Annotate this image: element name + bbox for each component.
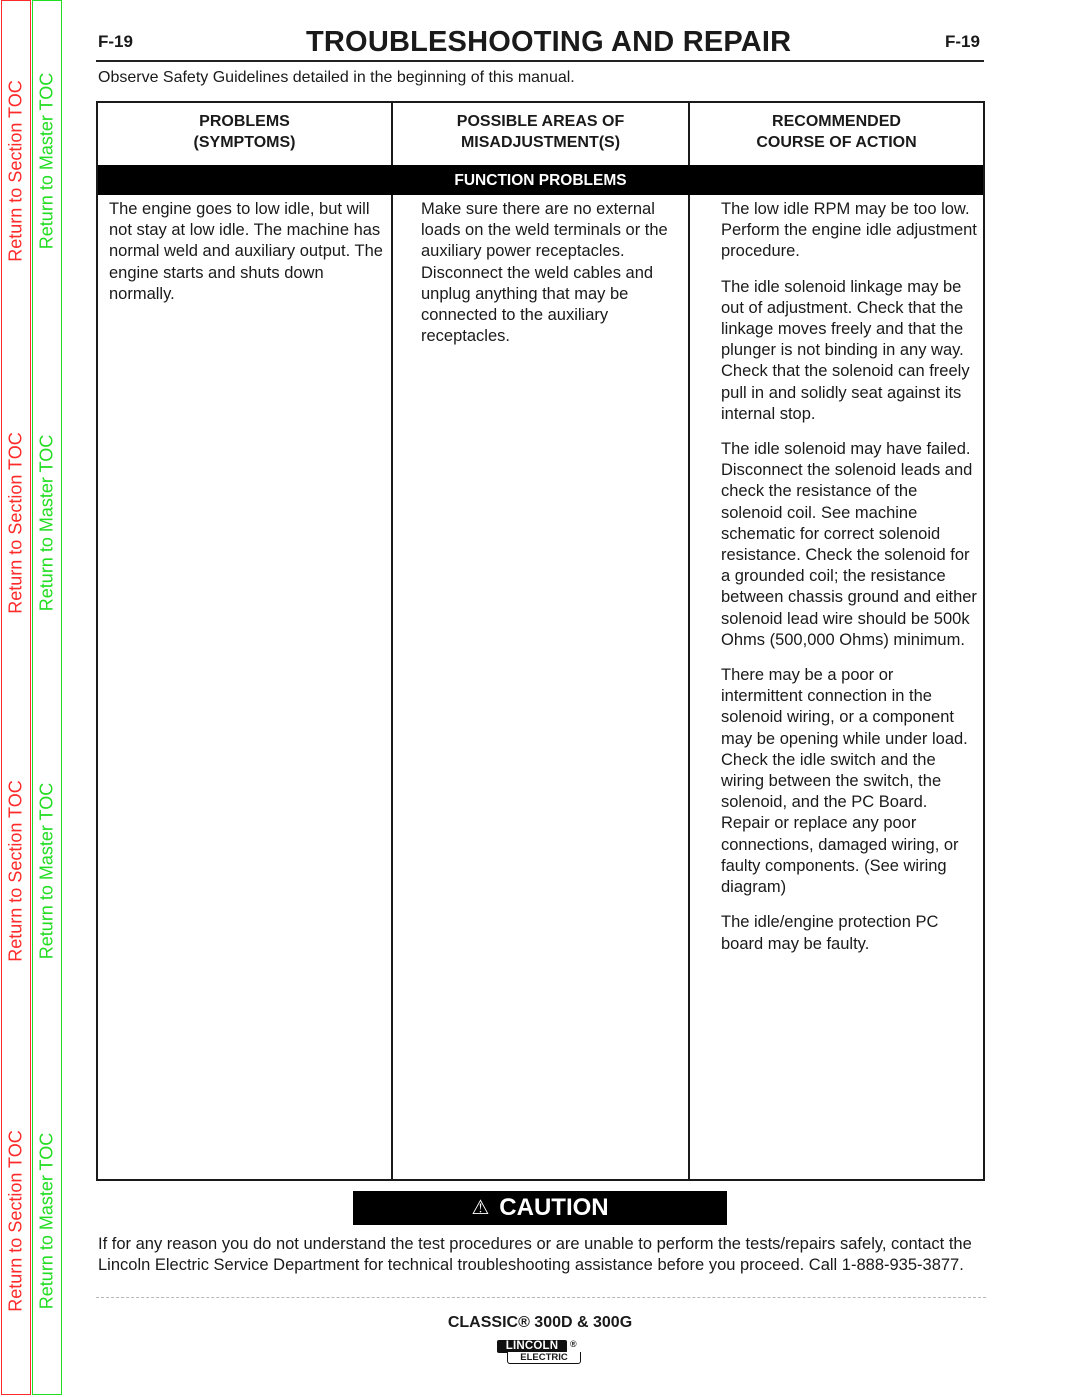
footer-divider [96, 1297, 986, 1298]
column-header-problems: PROBLEMS (SYMPTOMS) [98, 111, 391, 153]
caution-banner: ⚠ CAUTION [353, 1191, 727, 1225]
safety-note: Observe Safety Guidelines detailed in th… [98, 69, 575, 86]
column-header-line: POSSIBLE AREAS OF [456, 113, 625, 130]
model-name: CLASSIC® 300D & 300G [447, 1314, 633, 1331]
column-header-line: RECOMMENDED [772, 113, 901, 130]
column-header-course-of-action: RECOMMENDED COURSE OF ACTION [690, 111, 983, 153]
section-band: FUNCTION PROBLEMS [98, 165, 983, 195]
logo-bottom-text: ELECTRIC [507, 1352, 581, 1364]
action-paragraph: There may be a poor or intermittent conn… [721, 666, 968, 897]
lincoln-electric-logo: LINCOLN ® ELECTRIC [497, 1339, 583, 1366]
misadjustment-cell: Make sure there are no external loads on… [421, 199, 689, 361]
return-to-section-toc-link[interactable]: Return to Section TOC [6, 780, 27, 961]
warning-triangle-icon: ⚠ [471, 1197, 490, 1219]
column-header-misadjustments: POSSIBLE AREAS OF MISADJUSTMENT(S) [393, 111, 688, 153]
troubleshooting-table: PROBLEMS (SYMPTOMS) POSSIBLE AREAS OF MI… [96, 101, 985, 1181]
column-header-line: PROBLEMS [199, 113, 290, 130]
return-to-master-toc-link[interactable]: Return to Master TOC [37, 435, 58, 611]
return-to-master-toc-link[interactable]: Return to Master TOC [37, 783, 58, 959]
action-paragraph: The idle solenoid linkage may be out of … [721, 277, 970, 423]
page-number-right: F-19 [945, 32, 980, 51]
misadjustment-text: Make sure there are no external loads on… [421, 200, 668, 346]
return-to-section-toc-link[interactable]: Return to Section TOC [6, 80, 27, 261]
action-paragraph: The idle solenoid may have failed. Disco… [721, 440, 977, 649]
page-title: TROUBLESHOOTING AND REPAIR [306, 26, 792, 58]
action-paragraph: The low idle RPM may be too low. Perform… [721, 200, 977, 261]
section-toc-sidebar: Return to Section TOC Return to Section … [1, 0, 31, 1395]
master-toc-sidebar: Return to Master TOC Return to Master TO… [32, 0, 62, 1395]
action-cell: The low idle RPM may be too low. Perform… [721, 199, 979, 969]
action-paragraph: The idle/engine protection PC board may … [721, 913, 939, 953]
problem-cell: The engine goes to low idle, but will no… [109, 199, 389, 319]
return-to-master-toc-link[interactable]: Return to Master TOC [37, 73, 58, 249]
problem-text: The engine goes to low idle, but will no… [109, 200, 383, 303]
column-header-line: MISADJUSTMENT(S) [460, 134, 621, 151]
column-divider [391, 103, 393, 1179]
registered-mark: ® [570, 1339, 577, 1349]
column-header-line: (SYMPTOMS) [193, 134, 296, 151]
section-band-label: FUNCTION PROBLEMS [454, 172, 627, 189]
header-divider [96, 60, 984, 62]
caution-label: CAUTION [499, 1194, 609, 1221]
return-to-section-toc-link[interactable]: Return to Section TOC [6, 432, 27, 613]
return-to-master-toc-link[interactable]: Return to Master TOC [37, 1133, 58, 1309]
caution-text: If for any reason you do not understand … [98, 1235, 972, 1275]
return-to-section-toc-link[interactable]: Return to Section TOC [6, 1130, 27, 1311]
column-header-line: COURSE OF ACTION [756, 134, 917, 151]
page-number-left: F-19 [98, 32, 133, 51]
